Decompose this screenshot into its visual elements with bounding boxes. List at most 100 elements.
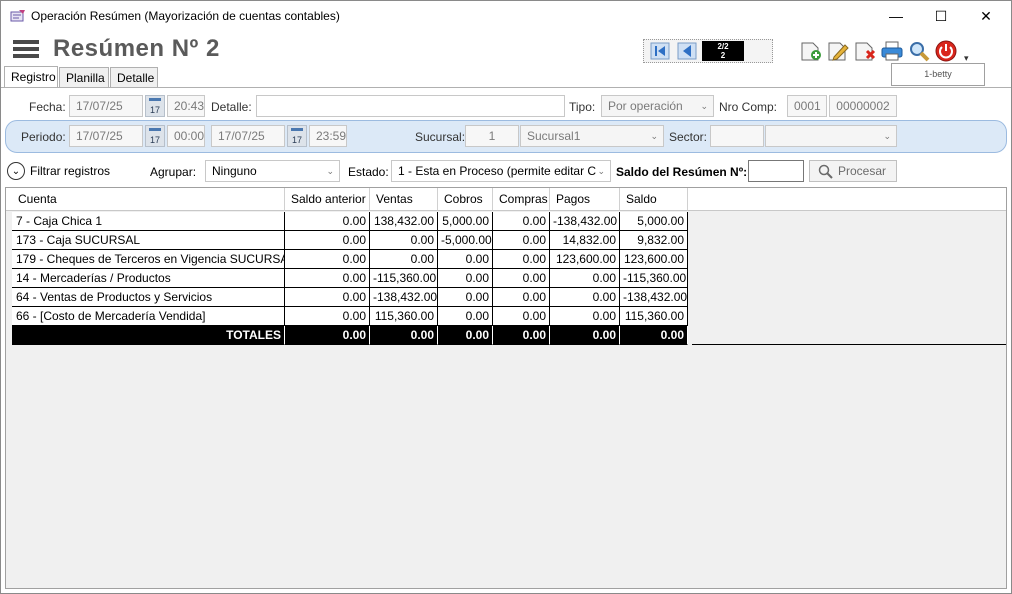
- cell-saldo-anterior[interactable]: 0.00: [285, 212, 370, 231]
- tab-registro[interactable]: Registro: [4, 66, 58, 88]
- cell-saldo[interactable]: -138,432.00: [620, 288, 688, 307]
- tab-planilla[interactable]: Planilla: [59, 67, 109, 88]
- cell-saldo[interactable]: -115,360.00: [620, 269, 688, 288]
- table-row[interactable]: 14 - Mercaderías / Productos 0.00 -115,360…: [12, 269, 688, 288]
- cell-saldo-anterior[interactable]: 0.00: [285, 231, 370, 250]
- tab-detalle[interactable]: Detalle: [110, 67, 158, 88]
- saldo-resumen-input[interactable]: [748, 160, 804, 182]
- filtrar-registros-label[interactable]: Filtrar registros: [30, 164, 110, 178]
- total-cell-ventas[interactable]: 0.00: [370, 326, 438, 345]
- cell-compras[interactable]: 0.00: [493, 231, 550, 250]
- cell-pagos[interactable]: 14,832.00: [550, 231, 620, 250]
- cell-saldo[interactable]: 9,832.00: [620, 231, 688, 250]
- cell-saldo[interactable]: 115,360.00: [620, 307, 688, 326]
- power-icon[interactable]: [933, 39, 959, 63]
- nro-comp-number-field[interactable]: 00000002: [829, 95, 897, 117]
- sector-code-field[interactable]: [710, 125, 764, 147]
- edit-record-icon[interactable]: [825, 39, 851, 63]
- cell-cuenta[interactable]: 64 - Ventas de Productos y Servicios: [12, 288, 285, 307]
- cell-cobros[interactable]: 0.00: [438, 307, 493, 326]
- fecha-date-field[interactable]: 17/07/25: [69, 95, 143, 117]
- close-button[interactable]: ✕: [963, 1, 1009, 31]
- table-row[interactable]: 66 - [Costo de Mercadería Vendida] 0.00 11…: [12, 307, 688, 326]
- expand-filter-icon[interactable]: ⌄: [7, 162, 25, 180]
- cell-saldo[interactable]: 5,000.00: [620, 212, 688, 231]
- menu-icon[interactable]: [13, 40, 39, 58]
- column-header-ventas[interactable]: Ventas: [370, 188, 438, 211]
- cell-cuenta[interactable]: 173 - Caja SUCURSAL: [12, 231, 285, 250]
- sucursal-select[interactable]: Sucursal1 ⌄: [520, 125, 664, 147]
- cell-pagos[interactable]: 0.00: [550, 269, 620, 288]
- cell-compras[interactable]: 0.00: [493, 307, 550, 326]
- totals-row[interactable]: TOTALES 0.00 0.00 0.00 0.00 0.00 0.00: [12, 326, 688, 345]
- cell-pagos[interactable]: 0.00: [550, 288, 620, 307]
- cell-cuenta[interactable]: 7 - Caja Chica 1: [12, 212, 285, 231]
- cell-saldo-anterior[interactable]: 0.00: [285, 250, 370, 269]
- total-cell-compras[interactable]: 0.00: [493, 326, 550, 345]
- table-row[interactable]: 64 - Ventas de Productos y Servicios 0.00…: [12, 288, 688, 307]
- print-icon[interactable]: [879, 39, 905, 63]
- tipo-select[interactable]: Por operación ⌄: [601, 95, 714, 117]
- cell-cobros[interactable]: 0.00: [438, 288, 493, 307]
- cell-ventas[interactable]: 0.00: [370, 250, 438, 269]
- column-header-cobros[interactable]: Cobros: [438, 188, 493, 211]
- cell-compras[interactable]: 0.00: [493, 269, 550, 288]
- cell-ventas[interactable]: 0.00: [370, 231, 438, 250]
- detalle-input[interactable]: [256, 95, 565, 117]
- column-header-pagos[interactable]: Pagos: [550, 188, 620, 211]
- first-record-icon[interactable]: [648, 41, 672, 61]
- search-icon[interactable]: [906, 39, 932, 63]
- previous-record-icon[interactable]: [675, 41, 699, 61]
- periodo-from-date-field[interactable]: 17/07/25: [69, 125, 143, 147]
- sector-select[interactable]: ⌄: [765, 125, 897, 147]
- add-record-icon[interactable]: [798, 39, 824, 63]
- total-cell-cuenta[interactable]: TOTALES: [12, 326, 285, 345]
- fecha-time-field[interactable]: 20:43: [167, 95, 205, 117]
- table-row[interactable]: 173 - Caja SUCURSAL 0.00 0.00 -5,000.00 0.00…: [12, 231, 688, 250]
- cell-pagos[interactable]: -138,432.00: [550, 212, 620, 231]
- total-cell-saldo-anterior[interactable]: 0.00: [285, 326, 370, 345]
- cell-compras[interactable]: 0.00: [493, 250, 550, 269]
- cell-cuenta[interactable]: 66 - [Costo de Mercadería Vendida]: [12, 307, 285, 326]
- periodo-to-calendar-icon[interactable]: 17: [287, 125, 307, 147]
- cell-compras[interactable]: 0.00: [493, 288, 550, 307]
- maximize-button[interactable]: ☐: [918, 1, 964, 31]
- column-header-compras[interactable]: Compras: [493, 188, 550, 211]
- cell-cobros[interactable]: 5,000.00: [438, 212, 493, 231]
- fecha-calendar-icon[interactable]: 17: [145, 95, 165, 117]
- delete-record-icon[interactable]: [852, 39, 878, 63]
- total-cell-pagos[interactable]: 0.00: [550, 326, 620, 345]
- cell-cobros[interactable]: 0.00: [438, 250, 493, 269]
- sucursal-code-field[interactable]: 1: [465, 125, 519, 147]
- periodo-to-date-field[interactable]: 17/07/25: [211, 125, 285, 147]
- cell-cobros[interactable]: 0.00: [438, 269, 493, 288]
- column-header-saldo[interactable]: Saldo: [620, 188, 688, 211]
- column-header-saldo-anterior[interactable]: Saldo anterior: [285, 188, 370, 211]
- periodo-from-time-field[interactable]: 00:00: [167, 125, 205, 147]
- column-header-cuenta[interactable]: Cuenta: [12, 188, 285, 211]
- cell-cuenta[interactable]: 179 - Cheques de Terceros en Vigencia SU…: [12, 250, 285, 269]
- cell-saldo-anterior[interactable]: 0.00: [285, 288, 370, 307]
- agrupar-select[interactable]: Ninguno ⌄: [205, 160, 340, 182]
- procesar-button[interactable]: Procesar: [809, 160, 897, 182]
- nro-comp-prefix-field[interactable]: 0001: [787, 95, 827, 117]
- table-row[interactable]: 7 - Caja Chica 1 0.00 138,432.00 5,000.00 0.…: [12, 212, 688, 231]
- cell-saldo[interactable]: 123,600.00: [620, 250, 688, 269]
- cell-saldo-anterior[interactable]: 0.00: [285, 269, 370, 288]
- periodo-to-time-field[interactable]: 23:59: [309, 125, 347, 147]
- cell-compras[interactable]: 0.00: [493, 212, 550, 231]
- table-row[interactable]: 179 - Cheques de Terceros en Vigencia SU…: [12, 250, 688, 269]
- cell-ventas[interactable]: -115,360.00: [370, 269, 438, 288]
- estado-select[interactable]: 1 - Esta en Proceso (permite editar C ⌄: [391, 160, 611, 182]
- cell-saldo-anterior[interactable]: 0.00: [285, 307, 370, 326]
- minimize-button[interactable]: —: [873, 1, 919, 31]
- cell-cobros[interactable]: -5,000.00: [438, 231, 493, 250]
- cell-ventas[interactable]: 138,432.00: [370, 212, 438, 231]
- cell-pagos[interactable]: 123,600.00: [550, 250, 620, 269]
- cell-ventas[interactable]: 115,360.00: [370, 307, 438, 326]
- cell-cuenta[interactable]: 14 - Mercaderías / Productos: [12, 269, 285, 288]
- total-cell-saldo[interactable]: 0.00: [620, 326, 688, 345]
- cell-ventas[interactable]: -138,432.00: [370, 288, 438, 307]
- total-cell-cobros[interactable]: 0.00: [438, 326, 493, 345]
- cell-pagos[interactable]: 0.00: [550, 307, 620, 326]
